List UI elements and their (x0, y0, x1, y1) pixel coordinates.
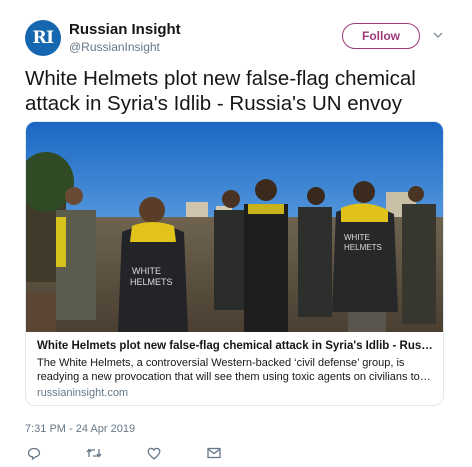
retweet-button[interactable] (86, 446, 102, 460)
direct-message-button[interactable] (206, 446, 222, 460)
tweet-text: White Helmets plot new false-flag chemic… (25, 67, 416, 115)
card-description: The White Helmets, a controversial Weste… (37, 357, 420, 383)
svg-text:WHITE: WHITE (132, 266, 161, 276)
like-icon (147, 447, 161, 460)
retweet-icon (86, 448, 102, 458)
chevron-down-icon[interactable] (432, 29, 444, 41)
tweet-timestamp[interactable]: 7:31 PM - 24 Apr 2019 (25, 423, 135, 435)
account-handle[interactable]: @RussianInsight (69, 40, 160, 54)
reply-button[interactable] (26, 446, 42, 460)
avatar[interactable]: RI (25, 20, 61, 56)
svg-text:HELMETS: HELMETS (344, 243, 382, 252)
svg-text:HELMETS: HELMETS (130, 277, 173, 287)
follow-button[interactable]: Follow (342, 23, 420, 49)
direct-message-icon (207, 447, 221, 459)
card-domain: russianinsight.com (37, 387, 129, 399)
card-title: White Helmets plot new false-flag chemic… (37, 340, 435, 352)
like-button[interactable] (146, 446, 162, 460)
card-photo: WHITE HELMETS WHITE HELMETS (26, 122, 443, 332)
reply-icon (27, 447, 41, 460)
avatar-text: RI (32, 28, 54, 48)
account-name[interactable]: Russian Insight (69, 21, 181, 38)
svg-text:WHITE: WHITE (344, 233, 370, 242)
link-card[interactable]: WHITE HELMETS WHITE HELMETS White Helmet… (25, 121, 444, 406)
